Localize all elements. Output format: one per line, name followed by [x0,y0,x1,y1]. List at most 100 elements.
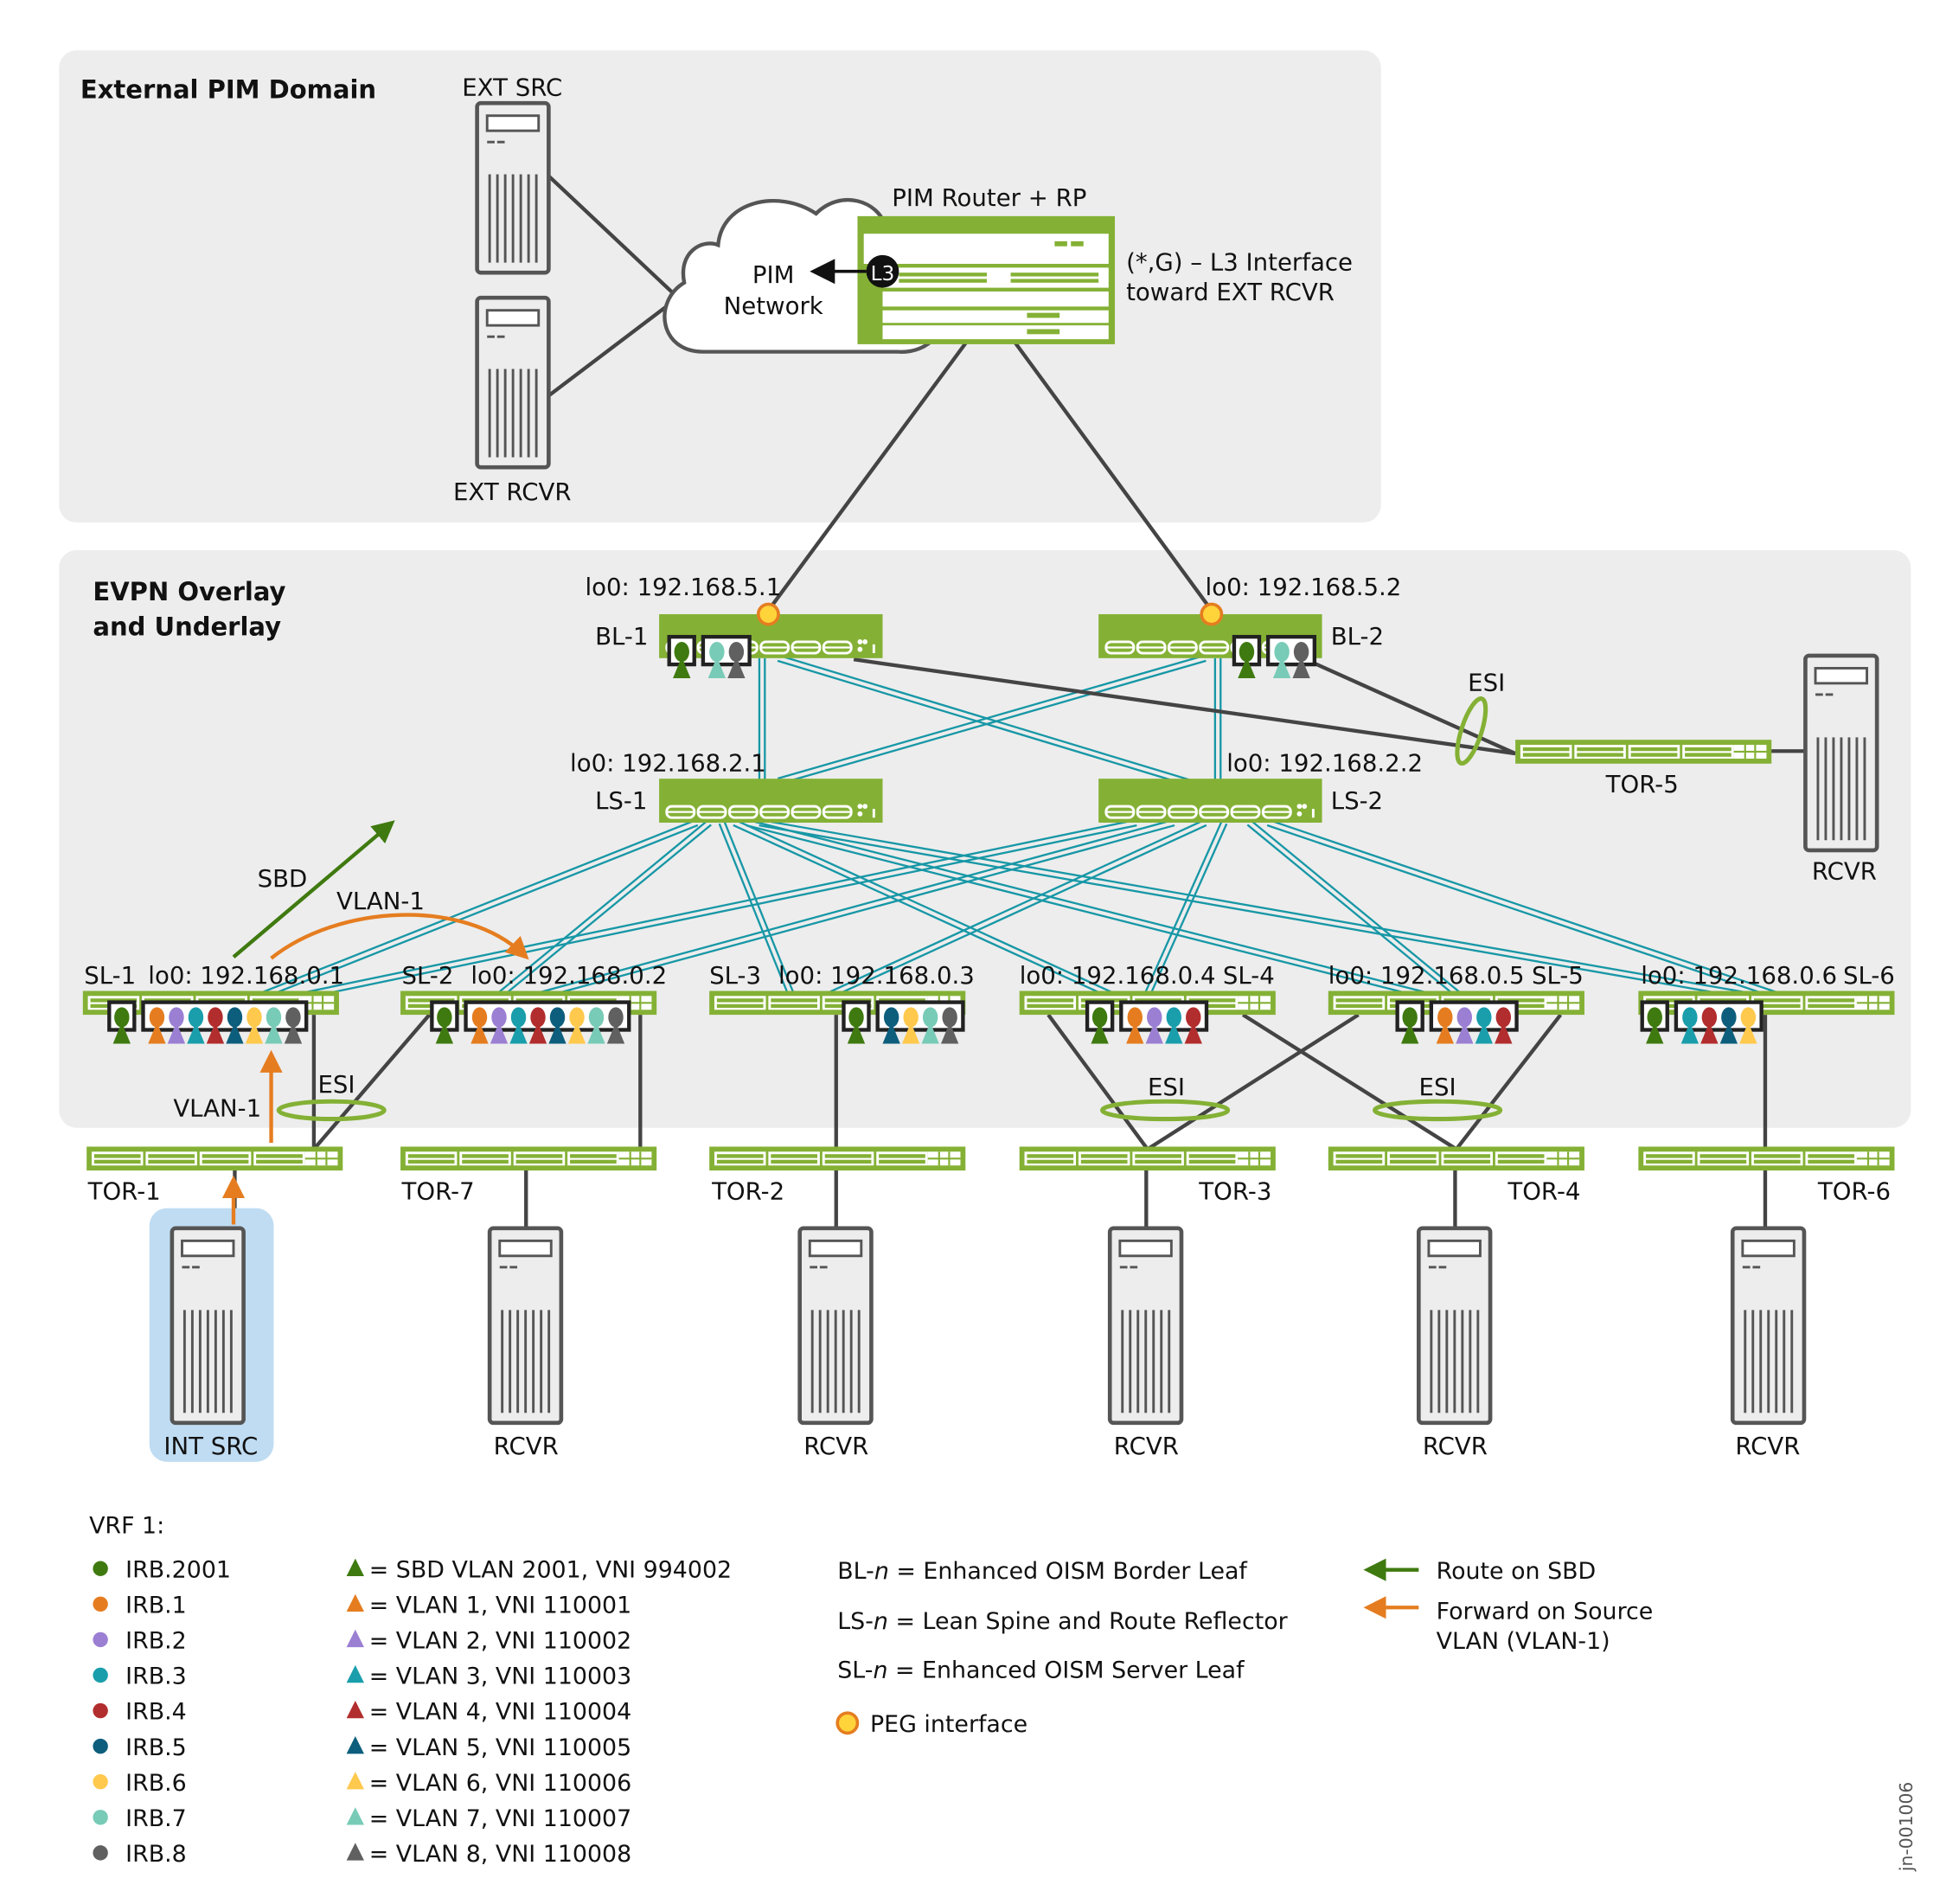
tor5-switch[interactable] [1515,740,1772,764]
evpn-oism-topology-diagram: External PIM Domain EVPN Overlay and Und… [59,50,1917,1872]
ext-src-label: EXT SRC [462,74,562,102]
legend-vlan-label: = VLAN 3, VNI 110003 [369,1664,631,1690]
sl3-name: SL-3 [709,961,761,990]
cloud-label-line2: Network [724,292,823,320]
router-note-line2: toward EXT RCVR [1126,278,1335,306]
esi-label-tor5: ESI [1468,669,1505,697]
ls2-lo0: lo0: 192.168.2.2 [1226,748,1423,777]
legend-irb-dot-icon [93,1632,108,1648]
tor7-switch[interactable] [400,1146,657,1171]
legend-irb-dot-icon [93,1561,108,1576]
rcvr-label-tor2: RCVR [803,1432,868,1460]
sl5-lo0: lo0: 192.168.0.5 [1328,961,1525,990]
ls2-switch[interactable] [1098,779,1322,823]
tor7-name: TOR-7 [401,1176,475,1205]
ext-rcvr-label: EXT RCVR [453,478,572,506]
esi-label-tor1: ESI [317,1070,355,1099]
ls1-name: LS-1 [595,786,647,815]
sl1-lo0: lo0: 192.168.0.1 [148,961,344,990]
rcvr-label-tor3: RCVR [1114,1432,1179,1460]
tor3-name: TOR-3 [1198,1176,1271,1205]
legend-vlan-label: = VLAN 7, VNI 110007 [369,1805,631,1832]
legend-vlan-label: = VLAN 5, VNI 110005 [369,1734,631,1761]
legend-irb-label: IRB.1 [125,1592,187,1619]
ext-rcvr-server[interactable] [475,295,551,470]
ls1-switch[interactable] [659,779,883,823]
legend-row: IRB.8 = VLAN 8, VNI 110008 [93,1841,631,1868]
legend-row: IRB.2001 = SBD VLAN 2001, VNI 994002 [93,1556,732,1583]
legend-peg-icon [835,1711,860,1735]
tor3-switch[interactable] [1019,1146,1276,1171]
rcvr-server-tor2[interactable] [797,1226,874,1426]
legend-row: IRB.1 = VLAN 1, VNI 110001 [93,1592,631,1619]
sl6-lo0: lo0: 192.168.0.6 [1641,961,1837,990]
legend-irb-label: IRB.7 [125,1805,187,1832]
ext-src-server[interactable] [475,100,551,275]
evpn-domain-title-line1: EVPN Overlay [93,577,285,606]
legend-vlan-triangle-icon [346,1558,364,1576]
bl2-lo0: lo0: 192.168.5.2 [1206,573,1402,601]
tor1-name: TOR-1 [87,1176,161,1205]
sl4-name: SL-4 [1223,961,1275,990]
rcvr-label-tor4: RCVR [1423,1432,1488,1460]
legend-irb-label: IRB.8 [125,1841,187,1868]
int-src-server[interactable] [170,1226,246,1426]
sl6-name: SL-6 [1843,961,1895,990]
router-note-line1: (*,G) – L3 Interface [1126,247,1353,276]
rcvr-server-tor4[interactable] [1417,1226,1493,1426]
legend-route-sbd: Route on SBD [1437,1558,1597,1585]
legend-irb-label: IRB.3 [125,1664,187,1690]
sl3-lo0: lo0: 192.168.0.3 [778,961,975,990]
legend-vlan-triangle-icon [346,1700,364,1719]
tor2-name: TOR-2 [711,1176,784,1205]
tor4-switch[interactable] [1328,1146,1584,1171]
bl1-name: BL-1 [595,622,648,651]
sl2-lo0: lo0: 192.168.0.2 [470,961,667,990]
tor4-name: TOR-4 [1507,1176,1580,1205]
figure-id: jn-001006 [1896,1782,1917,1872]
legend-vlan-label: = VLAN 1, VNI 110001 [369,1592,631,1619]
sl4-lo0: lo0: 192.168.0.4 [1020,961,1216,990]
bl1-lo0: lo0: 192.168.5.1 [585,573,781,601]
tor1-switch[interactable] [86,1146,343,1171]
sl1-name: SL-1 [84,961,136,990]
peg-interface-bl2 [1200,602,1224,626]
legend-vlan-triangle-icon [346,1593,364,1612]
legend-irb-dot-icon [93,1596,108,1612]
rcvr-server-tor5[interactable] [1803,653,1879,853]
rcvr-server-tor3[interactable] [1107,1226,1184,1426]
legend-vlan-label: = VLAN 6, VNI 110006 [369,1770,631,1797]
legend-vlan-triangle-icon [346,1664,364,1683]
legend-role-sl: SL-n = Enhanced OISM Server Leaf [837,1657,1245,1684]
vlan1-arrow-label-left: VLAN-1 [173,1094,261,1123]
legend-vlan-triangle-icon [346,1772,364,1790]
rcvr-label-tor7: RCVR [494,1432,559,1460]
tor2-switch[interactable] [709,1146,966,1171]
legend-vlan-triangle-icon [346,1629,364,1648]
vlan1-arrow-label-top: VLAN-1 [336,887,425,915]
legend-vlan-triangle-icon [346,1843,364,1861]
legend-role-bl: BL-n = Enhanced OISM Border Leaf [837,1558,1247,1585]
legend-vlan-label: = SBD VLAN 2001, VNI 994002 [369,1556,732,1583]
legend-irb-label: IRB.2001 [125,1556,231,1583]
sl2-name: SL-2 [402,961,454,990]
int-src-label: INT SRC [163,1432,258,1460]
legend-row: IRB.2 = VLAN 2, VNI 110002 [93,1628,631,1655]
legend-vlan-triangle-icon [346,1807,364,1825]
rcvr-server-tor7[interactable] [487,1226,564,1426]
rcvr-label-tor6: RCVR [1735,1432,1800,1460]
legend-irb-dot-icon [93,1774,108,1790]
tor5-name: TOR-5 [1605,770,1679,798]
cloud-label-line1: PIM [752,260,795,289]
legend-irb-label: IRB.4 [125,1699,187,1726]
rcvr-server-tor6[interactable] [1730,1226,1807,1426]
legend-vrf-title: VRF 1: [89,1513,164,1540]
ls2-name: LS-2 [1331,786,1383,815]
legend-vlan-triangle-icon [346,1736,364,1754]
legend-row: IRB.3 = VLAN 3, VNI 110003 [93,1664,631,1690]
legend-vlan-label: = VLAN 4, VNI 110004 [369,1699,631,1726]
external-domain-title: External PIM Domain [80,74,376,104]
tor6-switch[interactable] [1638,1146,1895,1171]
sl5-name: SL-5 [1532,961,1584,990]
legend-irb-dot-icon [93,1738,108,1754]
